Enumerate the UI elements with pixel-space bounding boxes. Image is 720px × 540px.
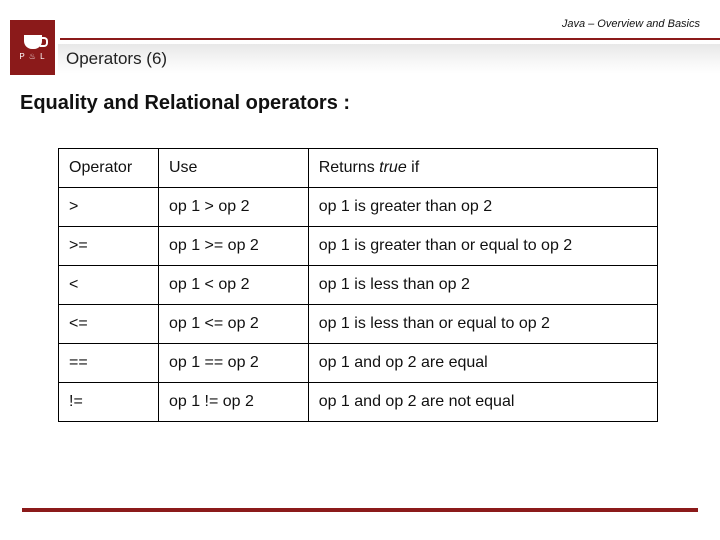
table-row: < op 1 < op 2 op 1 is less than op 2 <box>59 266 658 305</box>
table-header-row: Operator Use Returns true if <box>59 149 658 188</box>
section-heading: Equality and Relational operators : <box>20 92 350 115</box>
col-header-operator: Operator <box>59 149 159 188</box>
returns-text-a: Returns <box>319 159 379 176</box>
cell-ret: op 1 is greater than op 2 <box>308 188 657 227</box>
cell-ret: op 1 is greater than or equal to op 2 <box>308 227 657 266</box>
logo: P ♨ L <box>10 20 55 75</box>
col-header-returns: Returns true if <box>308 149 657 188</box>
cell-ret: op 1 and op 2 are equal <box>308 344 657 383</box>
cell-op: < <box>59 266 159 305</box>
cell-use: op 1 == op 2 <box>158 344 308 383</box>
header-rule <box>60 38 720 40</box>
table-row: <= op 1 <= op 2 op 1 is less than or equ… <box>59 305 658 344</box>
cell-op: <= <box>59 305 159 344</box>
cell-use: op 1 >= op 2 <box>158 227 308 266</box>
cell-op: != <box>59 383 159 422</box>
page-title: Operators (6) <box>66 49 167 69</box>
table-row: > op 1 > op 2 op 1 is greater than op 2 <box>59 188 658 227</box>
title-bar: Operators (6) <box>58 44 720 74</box>
cell-ret: op 1 is less than or equal to op 2 <box>308 305 657 344</box>
cell-use: op 1 > op 2 <box>158 188 308 227</box>
cell-use: op 1 < op 2 <box>158 266 308 305</box>
cell-use: op 1 <= op 2 <box>158 305 308 344</box>
table-row: != op 1 != op 2 op 1 and op 2 are not eq… <box>59 383 658 422</box>
breadcrumb: Java – Overview and Basics <box>562 18 700 30</box>
operators-table: Operator Use Returns true if > op 1 > op… <box>58 148 658 422</box>
col-header-use: Use <box>158 149 308 188</box>
returns-text-c: if <box>407 159 419 176</box>
table-row: >= op 1 >= op 2 op 1 is greater than or … <box>59 227 658 266</box>
cell-op: > <box>59 188 159 227</box>
cell-ret: op 1 is less than op 2 <box>308 266 657 305</box>
coffee-cup-icon <box>24 35 42 49</box>
footer-rule <box>22 508 698 512</box>
cell-ret: op 1 and op 2 are not equal <box>308 383 657 422</box>
logo-text: P ♨ L <box>19 52 45 61</box>
cell-op: == <box>59 344 159 383</box>
cell-op: >= <box>59 227 159 266</box>
cell-use: op 1 != op 2 <box>158 383 308 422</box>
returns-text-true: true <box>379 159 407 176</box>
table-row: == op 1 == op 2 op 1 and op 2 are equal <box>59 344 658 383</box>
